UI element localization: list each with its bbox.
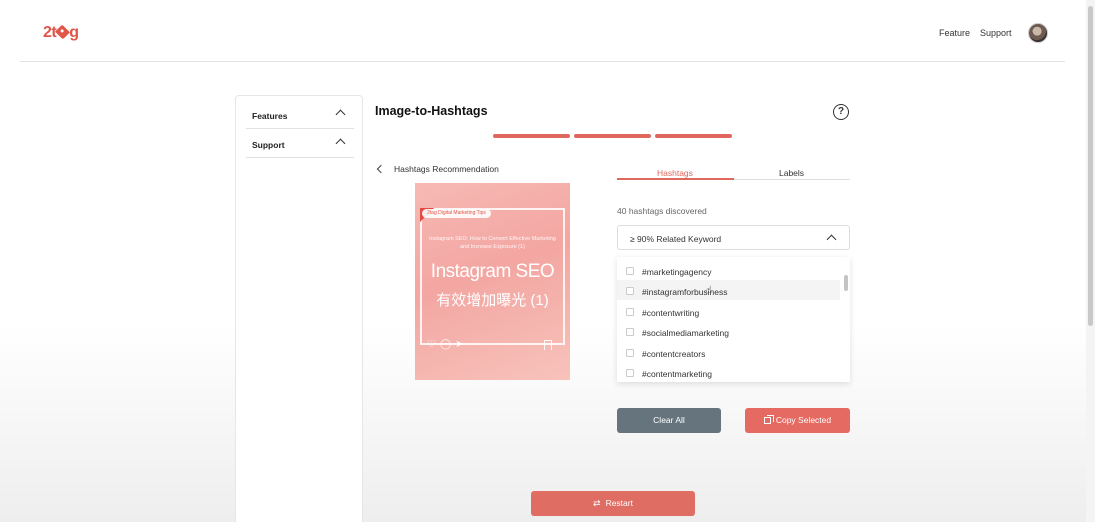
sidebar-item-support[interactable]: Support — [246, 129, 354, 158]
header-divider — [20, 61, 1065, 62]
hashtag-label: #contentwriting — [642, 308, 700, 318]
header: 2t g Feature Support — [0, 0, 1085, 62]
hashtag-list: #marketingagency #instagramforbusiness #… — [617, 257, 850, 382]
image-social-icons: ♡◯➤ — [427, 339, 468, 350]
avatar[interactable] — [1028, 23, 1048, 43]
list-item[interactable]: #contentcreators — [617, 342, 840, 362]
relevance-filter-select[interactable]: ≥ 90% Related Keyword — [617, 225, 850, 250]
chevron-up-icon — [335, 138, 346, 149]
copy-selected-label: Copy Selected — [775, 415, 832, 425]
hashtag-label: #socialmediamarketing — [642, 328, 729, 338]
hashtag-checkbox[interactable] — [626, 349, 634, 357]
list-item[interactable]: #marketingagency — [617, 260, 840, 280]
page-title: Image-to-Hashtags — [375, 104, 488, 118]
page-scrollbar-thumb[interactable] — [1088, 6, 1093, 326]
pointer-cursor-icon: ☝ — [706, 285, 713, 296]
tab-hashtags[interactable]: Hashtags — [657, 168, 693, 178]
restart-label: Restart — [605, 498, 633, 508]
list-item[interactable]: #instagramforbusiness — [617, 280, 840, 300]
list-item[interactable]: #socialmediamarketing — [617, 321, 840, 341]
hashtag-label: #contentcreators — [642, 349, 706, 359]
help-icon[interactable]: ? — [833, 104, 849, 120]
hashtag-label: #marketingagency — [642, 267, 712, 277]
list-item[interactable]: #contentwriting — [617, 301, 840, 321]
sidebar-item-features[interactable]: Features — [246, 100, 354, 129]
list-scrollbar-thumb[interactable] — [844, 275, 848, 291]
image-title: Instagram SEO — [430, 261, 555, 282]
progress-step-1 — [493, 134, 570, 138]
nav-feature[interactable]: Feature — [939, 28, 970, 38]
logo[interactable]: 2t g — [43, 24, 79, 42]
tag-icon — [55, 24, 71, 40]
section-title: Hashtags Recommendation — [394, 164, 499, 174]
sidebar-item-label: Features — [252, 111, 288, 121]
hashtag-checkbox[interactable] — [626, 369, 634, 377]
image-badge: 2tag Digital Marketing Tips — [422, 209, 491, 218]
image-subtitle: Instagram SEO: How to Convert Effective … — [429, 236, 556, 250]
copy-selected-button[interactable]: Copy Selected — [745, 408, 850, 433]
copy-icon — [763, 415, 774, 424]
clear-all-button[interactable]: Clear All — [617, 408, 721, 433]
nav-support[interactable]: Support — [980, 28, 1012, 38]
clear-all-label: Clear All — [653, 415, 685, 425]
bookmark-icon — [544, 340, 552, 350]
tab-active-indicator — [617, 178, 734, 180]
back-chevron-icon[interactable] — [376, 164, 386, 174]
hashtag-checkbox[interactable] — [626, 267, 634, 275]
hashtag-checkbox[interactable] — [626, 287, 634, 295]
progress-step-2 — [574, 134, 651, 138]
tab-labels[interactable]: Labels — [779, 168, 804, 178]
sidebar: Features Support — [235, 95, 363, 522]
hashtag-checkbox[interactable] — [626, 308, 634, 316]
uploaded-image: 2tag Digital Marketing Tips Instagram SE… — [415, 183, 570, 380]
list-item[interactable]: #contentmarketing — [617, 362, 840, 382]
sidebar-item-label: Support — [252, 140, 285, 150]
hashtag-label: #instagramforbusiness — [642, 287, 728, 297]
hashtag-count: 40 hashtags discovered — [617, 206, 707, 216]
hashtag-checkbox[interactable] — [626, 328, 634, 336]
image-title-cn: 有效增加曝光 (1) — [436, 292, 549, 309]
chevron-up-icon — [335, 109, 346, 120]
restart-icon: ⇄ — [593, 498, 601, 508]
chevron-up-icon — [826, 234, 837, 245]
restart-button[interactable]: ⇄ Restart — [531, 491, 695, 516]
hashtag-label: #contentmarketing — [642, 369, 712, 379]
progress-step-3 — [655, 134, 732, 138]
select-value: ≥ 90% Related Keyword — [630, 234, 722, 244]
